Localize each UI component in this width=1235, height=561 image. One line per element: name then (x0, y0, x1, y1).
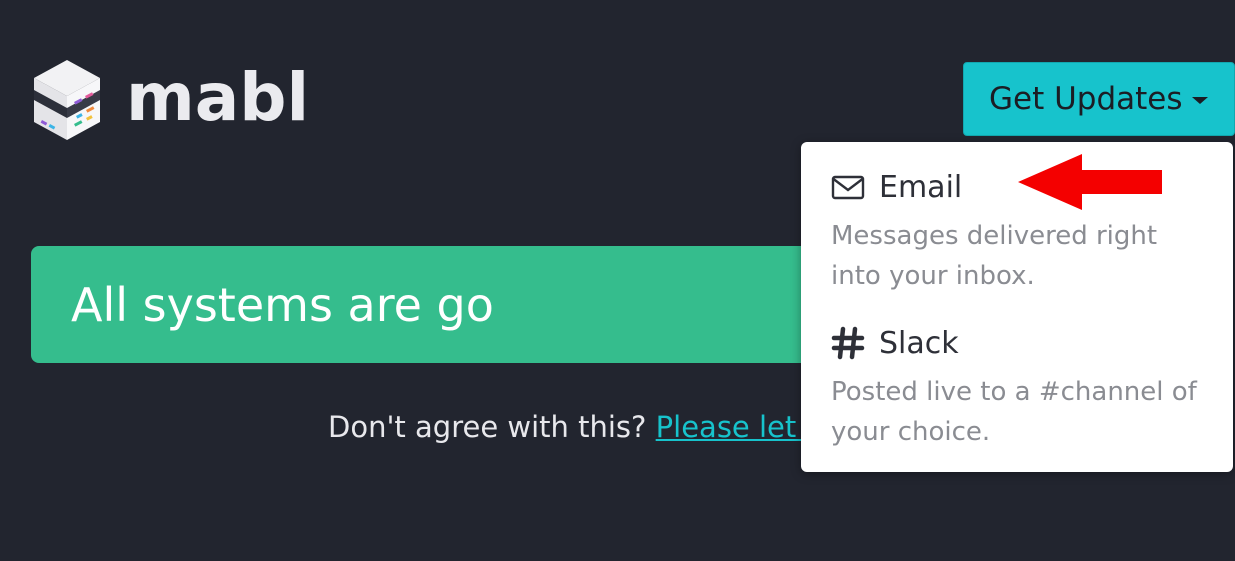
status-page: mabl Get Updates All systems are go Don'… (0, 0, 1235, 561)
feedback-line: Don't agree with this? Please let u (328, 410, 824, 444)
feedback-prefix: Don't agree with this? (328, 410, 656, 444)
hash-icon (831, 326, 865, 360)
email-description: Messages delivered right into your inbox… (831, 221, 1158, 291)
mabl-cube-logo-icon (34, 60, 100, 140)
dropdown-item-slack[interactable]: Slack Posted live to a #channel of your … (831, 322, 1201, 452)
get-updates-button[interactable]: Get Updates (963, 62, 1235, 136)
status-message: All systems are go (71, 277, 494, 332)
red-arrow-annotation-icon (1018, 154, 1162, 210)
email-title: Email (879, 169, 963, 205)
feedback-link[interactable]: Please let u (656, 410, 824, 444)
brand-name: mabl (126, 59, 310, 136)
get-updates-label: Get Updates (989, 81, 1183, 117)
envelope-icon (831, 175, 865, 200)
caret-down-icon (1192, 97, 1208, 104)
slack-description: Posted live to a #channel of your choice… (831, 377, 1197, 447)
slack-title: Slack (879, 325, 959, 361)
mabl-logo[interactable]: mabl (30, 58, 309, 142)
